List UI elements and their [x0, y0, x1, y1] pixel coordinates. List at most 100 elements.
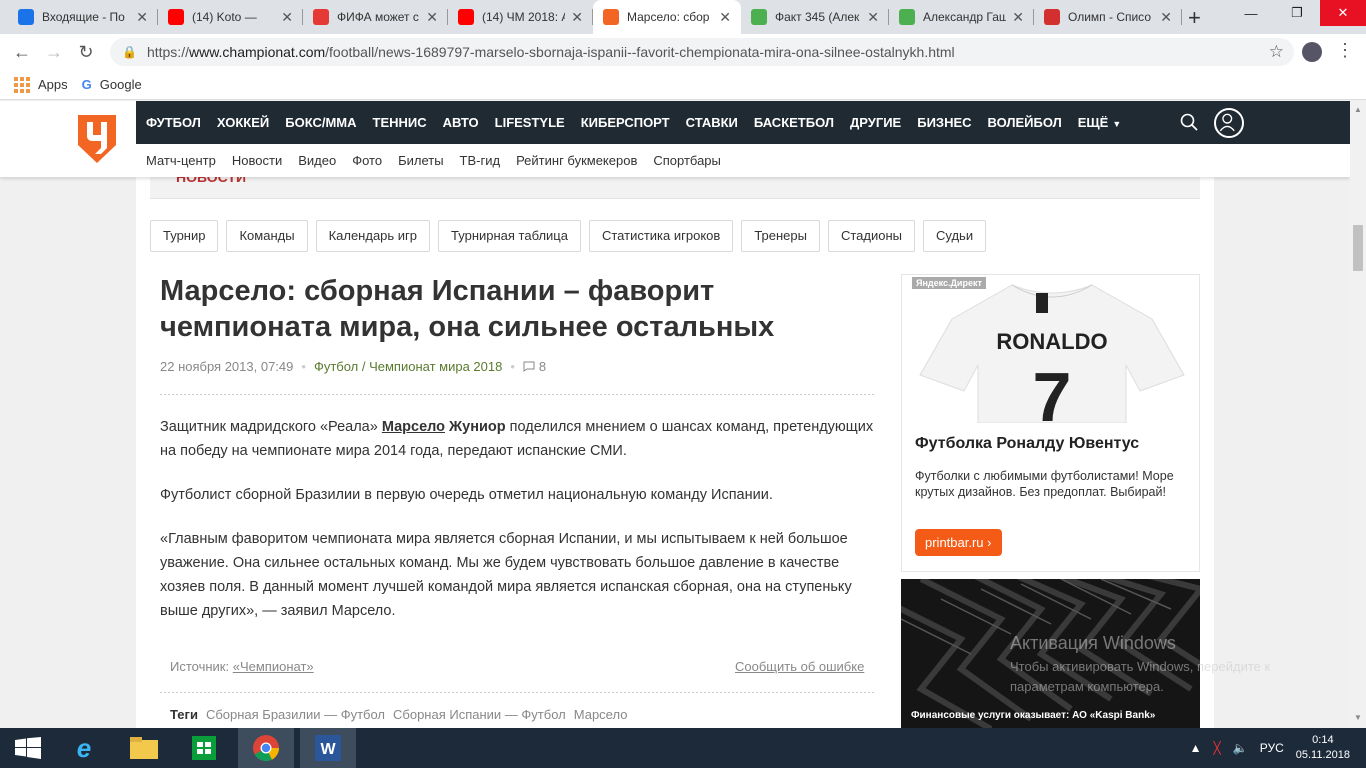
filter-button[interactable]: Статистика игроков — [588, 220, 734, 252]
reload-button[interactable]: ↻ — [70, 42, 102, 63]
browser-tab[interactable]: (14) ЧМ 2018: А ✕ — [448, 0, 593, 34]
sub-nav-item[interactable]: Спортбары — [653, 153, 721, 168]
scrollbar-thumb[interactable] — [1353, 225, 1363, 271]
browser-toolbar: ← → ↻ 🔒 https://www.championat.com/footb… — [0, 34, 1366, 70]
main-nav-item[interactable]: КИБЕРСПОРТ — [581, 115, 670, 130]
main-nav-item[interactable]: АВТО — [443, 115, 479, 130]
main-nav-item[interactable]: БАСКЕТБОЛ — [754, 115, 834, 130]
search-icon[interactable] — [1180, 113, 1198, 131]
main-nav-item[interactable]: ХОККЕЙ — [217, 115, 269, 130]
browser-tab[interactable]: ФИФА может с ✕ — [303, 0, 448, 34]
tray-expand-icon[interactable]: ▲ — [1190, 741, 1202, 755]
filter-button[interactable]: Календарь игр — [315, 220, 431, 252]
main-nav-item[interactable]: БОКС/ММА — [285, 115, 356, 130]
tab-close-icon[interactable]: ✕ — [867, 9, 879, 26]
sub-nav-item[interactable]: Новости — [232, 153, 282, 168]
article-paragraph: Футболист сборной Бразилии в первую очер… — [160, 487, 773, 503]
championat-logo[interactable] — [76, 113, 118, 165]
article-category[interactable]: Футбол / Чемпионат мира 2018 — [314, 359, 502, 374]
tag-link[interactable]: Сборная Испании — Футбол — [393, 707, 566, 722]
page-viewport: ФУТБОЛ ХОККЕЙ БОКС/ММА ТЕННИС АВТО LIFESTYLE К… — [0, 101, 1350, 728]
back-button[interactable]: ← — [6, 42, 38, 63]
profile-avatar[interactable] — [1302, 42, 1322, 62]
address-bar[interactable]: 🔒 https://www.championat.com/football/ne… — [110, 38, 1294, 66]
tag-link[interactable]: Сборная Бразилии — Футбол — [206, 707, 385, 722]
bookmark-apps[interactable]: Apps — [14, 76, 68, 93]
filter-button[interactable]: Команды — [226, 220, 308, 252]
url-path: /football/news-1689797-marselo-sbornaja-… — [325, 44, 955, 60]
filter-button[interactable]: Тренеры — [741, 220, 820, 252]
meta-separator: • — [301, 359, 306, 374]
language-indicator[interactable]: РУС — [1260, 741, 1284, 755]
tab-close-icon[interactable]: ✕ — [719, 9, 731, 26]
forward-button[interactable]: → — [38, 42, 70, 63]
tab-close-icon[interactable]: ✕ — [1160, 9, 1172, 26]
source-link[interactable]: «Чемпионат» — [233, 659, 314, 674]
network-icon[interactable]: ╳ — [1214, 741, 1221, 755]
bookmark-star-icon[interactable]: ☆ — [1269, 42, 1284, 62]
main-nav-item[interactable]: БИЗНЕС — [917, 115, 971, 130]
restore-button[interactable]: ❐ — [1274, 0, 1320, 26]
ad-banner-shirt[interactable]: Яндекс.Директ ✕ RONALDO 7 Футболка Ронал… — [901, 274, 1200, 572]
tab-close-icon[interactable]: ✕ — [281, 9, 293, 26]
browser-tab[interactable]: (14) Koto — ✕ — [158, 0, 303, 34]
main-nav-item[interactable]: ФУТБОЛ — [146, 115, 201, 130]
sub-nav-item[interactable]: ТВ-гид — [460, 153, 501, 168]
scroll-up-icon[interactable]: ▲ — [1354, 105, 1362, 114]
filter-button[interactable]: Турнир — [150, 220, 219, 252]
new-tab-button[interactable]: + — [1188, 5, 1201, 31]
sub-nav-item[interactable]: Рейтинг букмекеров — [516, 153, 637, 168]
main-nav-item[interactable]: ВОЛЕЙБОЛ — [988, 115, 1062, 130]
ad-title[interactable]: Футболка Роналду Ювентус — [915, 435, 1139, 453]
main-nav-label: LIFESTYLE — [494, 115, 565, 130]
sub-nav-item[interactable]: Фото — [352, 153, 382, 168]
main-nav-item[interactable]: ЕЩЁ ▼ — [1078, 115, 1122, 130]
tab-close-icon[interactable]: ✕ — [136, 9, 148, 26]
store-taskbar-button[interactable] — [176, 728, 232, 768]
tab-close-icon[interactable]: ✕ — [426, 9, 438, 26]
apps-grid-icon — [14, 76, 30, 93]
ie-taskbar-button[interactable]: e — [56, 728, 112, 768]
main-nav-label: КИБЕРСПОРТ — [580, 115, 670, 130]
browser-tab[interactable]: Олимп - Списо ✕ — [1034, 0, 1182, 34]
main-nav-item[interactable]: ТЕННИС — [373, 115, 427, 130]
main-nav-label: ТЕННИС — [372, 115, 427, 130]
tab-close-icon[interactable]: ✕ — [1012, 9, 1024, 26]
minimize-button[interactable]: — — [1228, 0, 1274, 26]
filter-button[interactable]: Судьи — [923, 220, 987, 252]
sub-nav-item[interactable]: Билеты — [398, 153, 443, 168]
main-nav-item[interactable]: СТАВКИ — [686, 115, 738, 130]
close-window-button[interactable]: ✕ — [1320, 0, 1366, 26]
comments-link[interactable]: 8 — [523, 359, 546, 374]
chrome-taskbar-button[interactable] — [238, 728, 294, 768]
report-error-link[interactable]: Сообщить об ошибке — [735, 659, 864, 674]
main-nav-item[interactable]: LIFESTYLE — [495, 115, 565, 130]
filter-button[interactable]: Стадионы — [827, 220, 915, 252]
bookmark-google[interactable]: G Google — [82, 77, 142, 92]
word-taskbar-button[interactable]: W — [300, 728, 356, 768]
main-nav-item[interactable]: ДРУГИЕ — [850, 115, 901, 130]
shirt-name: RONALDO — [996, 329, 1107, 354]
tag-link[interactable]: Марсело — [574, 707, 628, 722]
explorer-taskbar-button[interactable] — [116, 728, 172, 768]
browser-tab[interactable]: Входящие - По ✕ — [8, 0, 158, 34]
browser-tab[interactable]: Марсело: сбор ✕ — [593, 0, 741, 34]
user-icon[interactable] — [1214, 108, 1244, 138]
clock[interactable]: 0:14 05.11.2018 — [1296, 733, 1350, 763]
ad-button[interactable]: printbar.ru › — [915, 529, 1002, 556]
browser-menu-icon[interactable]: ⋮ — [1336, 40, 1354, 61]
shirt-number: 7 — [1033, 358, 1072, 423]
volume-icon[interactable]: 🔈 — [1233, 741, 1248, 755]
browser-tab[interactable]: Факт 345 (Алек ✕ — [741, 0, 889, 34]
sub-nav-item[interactable]: Видео — [298, 153, 336, 168]
browser-tab[interactable]: Александр Гаш ✕ — [889, 0, 1034, 34]
tab-close-icon[interactable]: ✕ — [571, 9, 583, 26]
scroll-down-icon[interactable]: ▼ — [1354, 713, 1362, 722]
main-nav: ФУТБОЛ ХОККЕЙ БОКС/ММА ТЕННИС АВТО LIFESTYLE К… — [146, 101, 1121, 144]
start-button[interactable] — [0, 728, 56, 768]
player-link[interactable]: Марсело — [382, 419, 445, 435]
filter-button[interactable]: Турнирная таблица — [438, 220, 581, 252]
page-scrollbar[interactable]: ▲ ▼ — [1350, 101, 1366, 728]
sub-nav-item[interactable]: Матч-центр — [146, 153, 216, 168]
watermark-line: Чтобы активировать Windows, перейдите к — [1010, 659, 1271, 674]
